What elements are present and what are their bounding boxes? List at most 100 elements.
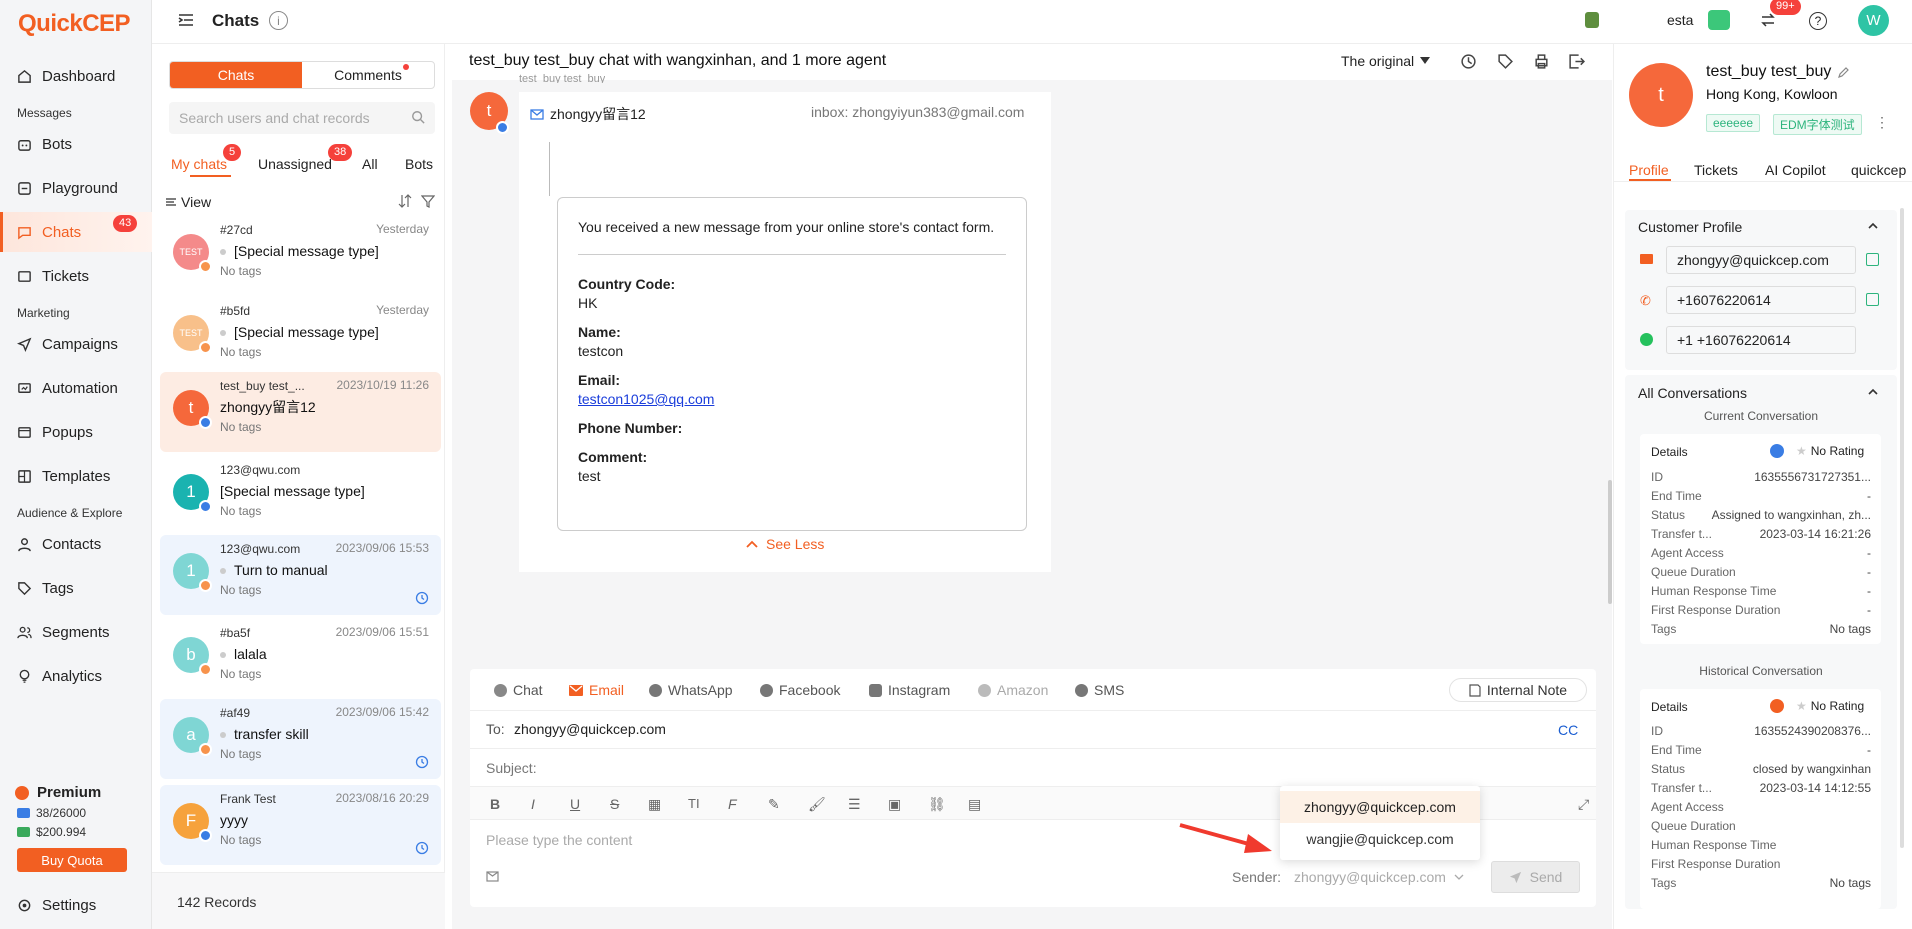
detail-row: Queue Duration - <box>1651 565 1871 579</box>
collapse-menu-icon[interactable] <box>176 10 196 30</box>
list-item[interactable]: 1 123@qwu.com 2023/09/06 15:53 Turn to ma… <box>160 535 441 615</box>
profile-phone-field[interactable]: +16076220614 <box>1666 286 1856 314</box>
email-link[interactable]: testcon1025@qq.com <box>578 390 1006 409</box>
nav-tags[interactable]: Tags <box>0 568 152 608</box>
wallet-icon <box>17 827 30 837</box>
list-item[interactable]: 1 123@qwu.com [Special message type] No … <box>160 456 441 536</box>
send-button[interactable]: Send <box>1491 861 1580 893</box>
shopify-icon[interactable] <box>1585 12 1599 28</box>
highlight-icon[interactable]: ✎ <box>768 796 780 813</box>
profile-tag[interactable]: EDM字体测试 <box>1773 114 1862 135</box>
tab-all[interactable]: All <box>362 156 378 172</box>
nav-automation[interactable]: Automation <box>0 368 152 408</box>
list-item-active[interactable]: t test_buy test_... 2023/10/19 11:26 zhon… <box>160 372 441 452</box>
channel-tab-instagram[interactable]: Instagram <box>869 682 950 698</box>
nav-campaigns[interactable]: Campaigns <box>0 324 152 364</box>
list-item[interactable]: TEST #b5fd Yesterday [Special message typ… <box>160 297 441 377</box>
tab-my-chats[interactable]: My chats <box>171 156 227 172</box>
channel-tab-whatsapp[interactable]: WhatsApp <box>649 682 733 698</box>
sender-dropdown: zhongyy@quickcep.com wangjie@quickcep.co… <box>1280 786 1480 860</box>
chevron-up-icon[interactable] <box>1868 222 1878 229</box>
print-icon[interactable] <box>1533 53 1550 70</box>
list-item[interactable]: a #af49 2023/09/06 15:42 transfer skill N… <box>160 699 441 779</box>
to-field[interactable]: zhongyy@quickcep.com <box>514 721 666 737</box>
nav-templates[interactable]: Templates <box>0 456 152 496</box>
edit-icon[interactable] <box>1837 66 1850 79</box>
profile-email-field[interactable]: zhongyy@quickcep.com <box>1666 246 1856 274</box>
store-name[interactable]: esta <box>1667 12 1693 28</box>
nav-dashboard[interactable]: Dashboard <box>0 56 152 96</box>
channel-tab-amazon[interactable]: Amazon <box>978 682 1048 698</box>
help-icon[interactable]: ? <box>1809 12 1827 30</box>
italic-icon[interactable]: I <box>531 796 535 812</box>
list-item[interactable]: F Frank Test 2023/08/16 20:29 yyyy No tag… <box>160 785 441 865</box>
tab-ai-copilot[interactable]: AI Copilot <box>1765 162 1826 178</box>
nav-segments[interactable]: Segments <box>0 612 152 652</box>
scrollbar[interactable] <box>1608 480 1612 604</box>
table-icon[interactable]: ▦ <box>648 796 661 813</box>
tab-profile[interactable]: Profile <box>1629 162 1669 178</box>
nav-playground[interactable]: Playground <box>0 168 152 208</box>
filter-icon[interactable] <box>421 194 435 208</box>
sender-option[interactable]: wangjie@quickcep.com <box>1280 823 1480 855</box>
detail-row: Tags No tags <box>1651 622 1871 636</box>
channel-tab-facebook[interactable]: Facebook <box>760 682 840 698</box>
list-item[interactable]: TEST #27cd Yesterday [Special message typ… <box>160 216 441 296</box>
tag-icon[interactable] <box>1497 53 1514 70</box>
sender-option[interactable]: zhongyy@quickcep.com <box>1280 791 1480 823</box>
transfer-icon[interactable] <box>1760 12 1776 28</box>
underline-icon[interactable]: U <box>570 796 580 812</box>
tab-tickets[interactable]: Tickets <box>1694 162 1738 178</box>
cc-button[interactable]: CC <box>1558 722 1578 738</box>
channel-tab-email[interactable]: Email <box>569 682 624 698</box>
see-less-button[interactable]: See Less <box>746 536 824 552</box>
nav-popups[interactable]: Popups <box>0 412 152 452</box>
online-status-icon[interactable] <box>1708 10 1730 30</box>
image-icon[interactable]: ▣ <box>888 796 901 813</box>
history-icon[interactable] <box>1460 53 1477 70</box>
tab-unassigned[interactable]: Unassigned <box>258 156 332 172</box>
tab-bots[interactable]: Bots <box>405 156 433 172</box>
channel-tab-sms[interactable]: SMS <box>1075 682 1124 698</box>
profile-tag[interactable]: eeeeee <box>1706 114 1761 132</box>
font-size-icon[interactable]: TI <box>688 796 700 811</box>
nav-bots[interactable]: Bots <box>0 124 152 164</box>
search-input[interactable]: Search users and chat records <box>169 102 435 134</box>
detail-row: Tags No tags <box>1651 876 1871 890</box>
info-icon[interactable]: i <box>269 11 288 30</box>
nav-tickets[interactable]: Tickets <box>0 256 152 296</box>
internal-note-button[interactable]: Internal Note <box>1449 678 1587 702</box>
content-input[interactable]: Please type the content <box>486 832 632 848</box>
brush-icon[interactable]: 🖌 <box>808 796 826 813</box>
link-icon[interactable]: ⛓ <box>928 796 946 813</box>
bullet-list-icon[interactable]: ☰ <box>848 796 861 813</box>
nav-analytics[interactable]: Analytics <box>0 656 152 696</box>
more-icon[interactable]: ⋮ <box>1875 114 1889 131</box>
tab-quickcep[interactable]: quickcep <box>1851 162 1906 178</box>
chat-time: Yesterday <box>376 303 429 317</box>
view-dropdown[interactable]: View <box>165 194 211 210</box>
fullscreen-icon[interactable]: ⤢ <box>1578 796 1589 813</box>
sender-select[interactable]: zhongyy@quickcep.com <box>1294 869 1464 885</box>
subject-input[interactable] <box>546 755 1586 783</box>
translation-dropdown[interactable]: The original <box>1341 53 1431 69</box>
seg-comments[interactable]: Comments <box>302 62 434 88</box>
profile-whatsapp-field[interactable]: +1 +16076220614 <box>1666 326 1856 354</box>
font-family-icon[interactable]: F <box>728 796 737 812</box>
seg-chats[interactable]: Chats <box>170 62 302 88</box>
template-icon[interactable] <box>486 871 499 882</box>
exit-icon[interactable] <box>1568 53 1585 70</box>
bold-icon[interactable]: B <box>490 796 500 812</box>
nav-contacts[interactable]: Contacts <box>0 524 152 564</box>
nav-settings[interactable]: Settings <box>0 886 152 924</box>
sort-icon[interactable] <box>398 194 412 208</box>
attachment-icon[interactable]: ▤ <box>968 796 981 813</box>
scrollbar[interactable] <box>1900 208 1904 848</box>
buy-quota-button[interactable]: Buy Quota <box>17 848 127 872</box>
strikethrough-icon[interactable]: S <box>610 796 619 812</box>
channel-tab-chat[interactable]: Chat <box>494 682 543 698</box>
list-item[interactable]: b #ba5f 2023/09/06 15:51 lalala No tags <box>160 619 441 699</box>
user-avatar[interactable]: W <box>1858 5 1889 36</box>
notification-badge: 99+ <box>1770 0 1801 15</box>
chevron-up-icon[interactable] <box>1868 388 1878 395</box>
